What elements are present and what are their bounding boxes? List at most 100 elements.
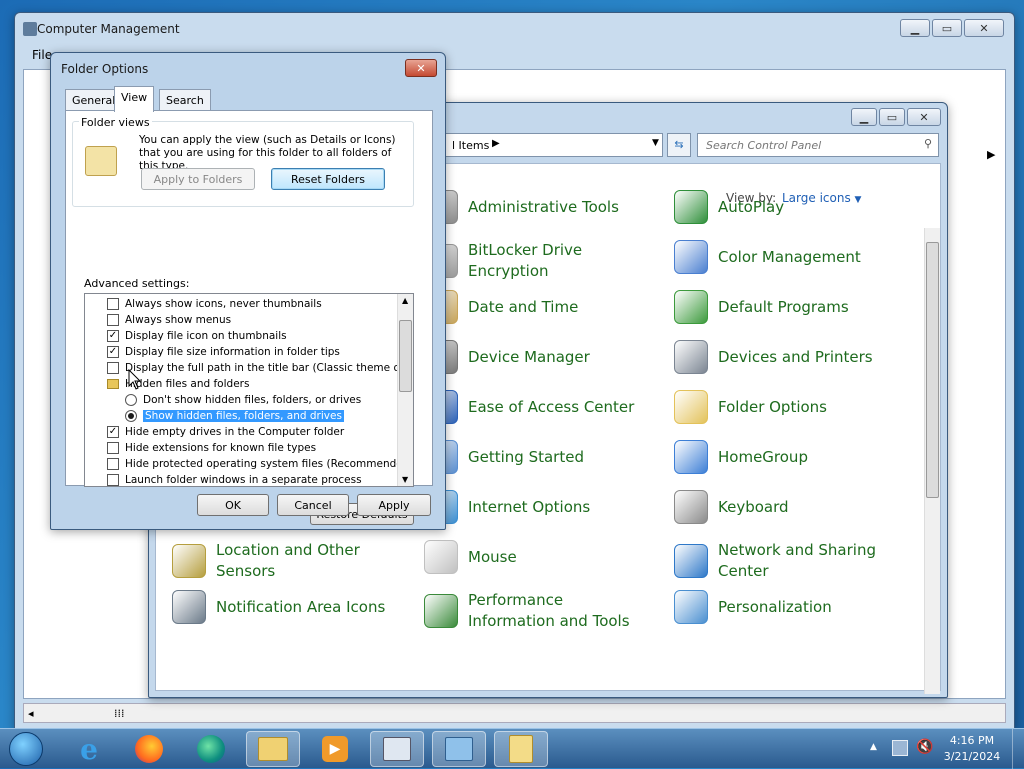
ok-button[interactable]: OK bbox=[197, 494, 269, 516]
taskbar-firefox[interactable] bbox=[122, 731, 176, 767]
checkbox[interactable]: ✓ bbox=[107, 426, 119, 438]
taskbar-computer-management[interactable] bbox=[370, 731, 424, 767]
advanced-setting-label: Hide empty drives in the Computer folder bbox=[125, 426, 345, 438]
folder-views-group: Folder views You can apply the view (suc… bbox=[72, 116, 414, 207]
start-button[interactable] bbox=[4, 731, 48, 767]
checkbox[interactable]: ✓ bbox=[107, 330, 119, 342]
advanced-setting-row[interactable]: ✓ Display file size information in folder… bbox=[107, 344, 340, 360]
cp-item-autoplay[interactable]: AutoPlay bbox=[674, 190, 784, 224]
status-bar: ◂ ⁞⁞⁞ bbox=[23, 703, 1006, 723]
checkbox[interactable] bbox=[107, 458, 119, 470]
scrollbar-thumb[interactable] bbox=[926, 242, 939, 498]
minimize-button[interactable]: ▁ bbox=[900, 19, 930, 37]
chevron-right-icon[interactable]: ▶ bbox=[987, 148, 995, 161]
clock-time[interactable]: 4:16 PM bbox=[940, 734, 1004, 747]
taskbar-file-explorer[interactable] bbox=[246, 731, 300, 767]
taskbar-control-panel[interactable] bbox=[432, 731, 486, 767]
cp-item-icon bbox=[424, 594, 458, 628]
cp-item-date-and-time[interactable]: Date and Time bbox=[424, 290, 578, 324]
cp-item-administrative-tools[interactable]: Administrative Tools bbox=[424, 190, 619, 224]
radio-button[interactable] bbox=[125, 394, 137, 406]
taskbar-folder-options[interactable] bbox=[494, 731, 548, 767]
taskbar-internet-explorer[interactable]: e bbox=[62, 731, 116, 767]
refresh-button[interactable]: ⇆ bbox=[667, 133, 691, 157]
vertical-scrollbar[interactable] bbox=[924, 228, 940, 694]
network-icon[interactable] bbox=[892, 740, 908, 756]
cp-item-bitlocker-drive-encryption[interactable]: BitLocker Drive Encryption bbox=[424, 240, 648, 282]
scroll-down-icon[interactable]: ▼ bbox=[402, 475, 408, 484]
checkbox[interactable] bbox=[107, 298, 119, 310]
scroll-left-icon[interactable]: ◂ bbox=[28, 707, 34, 720]
address-text: l Items bbox=[452, 139, 490, 152]
show-desktop-button[interactable] bbox=[1012, 729, 1024, 769]
advanced-settings-label: Advanced settings: bbox=[84, 277, 190, 290]
address-dropdown-icon[interactable]: ▼ bbox=[652, 138, 659, 148]
cp-item-label: Keyboard bbox=[718, 497, 789, 516]
cp-minimize-button[interactable]: ▁ bbox=[851, 108, 877, 126]
cp-item-label: Folder Options bbox=[718, 397, 827, 416]
cp-item-notification-area-icons[interactable]: Notification Area Icons bbox=[172, 590, 385, 624]
scrollbar-grip[interactable]: ⁞⁞⁞ bbox=[114, 707, 125, 720]
checkbox[interactable] bbox=[107, 362, 119, 374]
clock-date[interactable]: 3/21/2024 bbox=[940, 750, 1004, 763]
tab-search[interactable]: Search bbox=[159, 89, 211, 111]
cp-item-color-management[interactable]: Color Management bbox=[674, 240, 861, 274]
advanced-setting-label: Display file icon on thumbnails bbox=[125, 330, 287, 342]
cp-item-personalization[interactable]: Personalization bbox=[674, 590, 832, 624]
volume-muted-icon[interactable]: 🔇 bbox=[916, 739, 933, 755]
cp-item-network-and-sharing-center[interactable]: Network and Sharing Center bbox=[674, 540, 898, 582]
maximize-button[interactable]: ▭ bbox=[932, 19, 962, 37]
advanced-setting-row[interactable]: Hide extensions for known file types bbox=[107, 440, 316, 456]
taskbar-media-player[interactable]: ▶ bbox=[308, 731, 362, 767]
advanced-setting-row[interactable]: Show hidden files, folders, and drives bbox=[125, 408, 344, 424]
firefox-icon bbox=[135, 735, 163, 763]
reset-folders-button[interactable]: Reset Folders bbox=[271, 168, 385, 190]
close-button[interactable]: ✕ bbox=[964, 19, 1004, 37]
apply-button[interactable]: Apply bbox=[357, 494, 431, 516]
advanced-setting-row[interactable]: Display the full path in the title bar (… bbox=[107, 360, 413, 376]
cancel-button[interactable]: Cancel bbox=[277, 494, 349, 516]
cp-item-label: BitLocker Drive Encryption bbox=[468, 241, 583, 280]
advanced-setting-row[interactable]: ✓ Hide empty drives in the Computer folde… bbox=[107, 424, 344, 440]
view-by-dropdown[interactable]: Large icons ▼ bbox=[782, 191, 861, 205]
taskbar-edge[interactable] bbox=[184, 731, 238, 767]
advanced-setting-row[interactable]: Hide protected operating system files (R… bbox=[107, 456, 413, 472]
cp-close-button[interactable]: ✕ bbox=[907, 108, 941, 126]
cp-item-ease-of-access-center[interactable]: Ease of Access Center bbox=[424, 390, 634, 424]
cp-item-devices-and-printers[interactable]: Devices and Printers bbox=[674, 340, 873, 374]
advanced-setting-row[interactable]: Launch folder windows in a separate proc… bbox=[107, 472, 362, 486]
advanced-setting-row[interactable]: ✓ Display file icon on thumbnails bbox=[107, 328, 287, 344]
checkbox[interactable] bbox=[107, 474, 119, 486]
advanced-setting-row[interactable]: Always show icons, never thumbnails bbox=[107, 296, 322, 312]
search-input[interactable]: Search Control Panel ⚲ bbox=[697, 133, 939, 157]
cp-item-mouse[interactable]: Mouse bbox=[424, 540, 517, 574]
cp-item-internet-options[interactable]: Internet Options bbox=[424, 490, 590, 524]
cp-item-keyboard[interactable]: Keyboard bbox=[674, 490, 789, 524]
cp-item-getting-started[interactable]: Getting Started bbox=[424, 440, 584, 474]
tab-view[interactable]: View bbox=[114, 86, 155, 112]
advanced-settings-scrollbar[interactable]: ▲ ▼ bbox=[397, 294, 413, 486]
radio-button[interactable] bbox=[125, 410, 137, 422]
apply-to-folders-button[interactable]: Apply to Folders bbox=[141, 168, 255, 190]
checkbox[interactable] bbox=[107, 314, 119, 326]
cp-item-location-and-other-sensors[interactable]: Location and Other Sensors bbox=[172, 540, 396, 582]
cp-item-label: AutoPlay bbox=[718, 197, 785, 216]
dialog-close-button[interactable]: ✕ bbox=[405, 59, 437, 77]
cp-maximize-button[interactable]: ▭ bbox=[879, 108, 905, 126]
cp-item-default-programs[interactable]: Default Programs bbox=[674, 290, 849, 324]
checkbox[interactable] bbox=[107, 442, 119, 454]
show-hidden-icons-icon[interactable]: ▲ bbox=[870, 742, 877, 752]
cp-item-icon bbox=[674, 190, 708, 224]
cp-item-device-manager[interactable]: Device Manager bbox=[424, 340, 590, 374]
cp-item-performance-information-and-tools[interactable]: Performance Information and Tools bbox=[424, 590, 648, 632]
advanced-setting-row[interactable]: Don't show hidden files, folders, or dri… bbox=[125, 392, 361, 408]
cp-item-folder-options[interactable]: Folder Options bbox=[674, 390, 827, 424]
search-icon[interactable]: ⚲ bbox=[924, 137, 932, 150]
advanced-scroll-thumb[interactable] bbox=[399, 320, 412, 392]
advanced-setting-row[interactable]: Always show menus bbox=[107, 312, 231, 328]
checkbox[interactable]: ✓ bbox=[107, 346, 119, 358]
cp-item-homegroup[interactable]: HomeGroup bbox=[674, 440, 808, 474]
cp-item-label: Performance Information and Tools bbox=[468, 591, 630, 630]
scroll-up-icon[interactable]: ▲ bbox=[402, 296, 408, 305]
chevron-right-icon[interactable]: ▶ bbox=[492, 138, 500, 149]
